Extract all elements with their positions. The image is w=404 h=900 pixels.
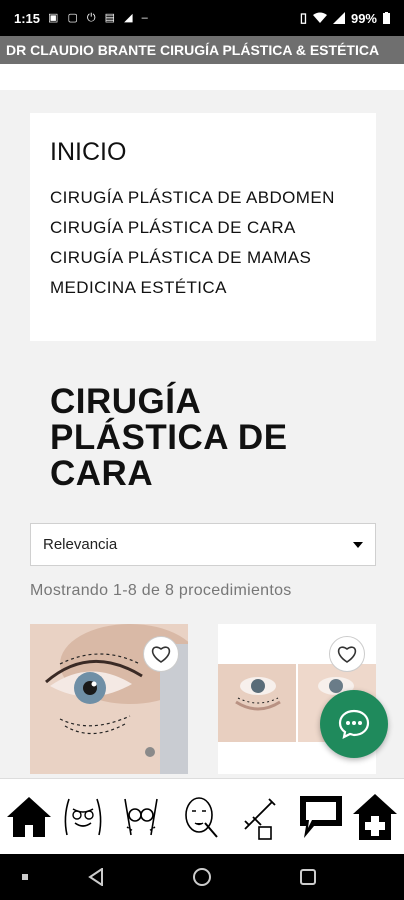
page-title: CIRUGÍA PLÁSTICA DE CARA	[50, 382, 288, 493]
chat-bubble-icon	[338, 709, 370, 739]
syringe-icon	[244, 798, 276, 840]
heart-icon	[337, 646, 357, 663]
bottom-navigation	[0, 778, 404, 854]
system-navigation-bar	[0, 854, 404, 900]
battery-icon	[383, 12, 390, 24]
status-time: 1:15	[14, 10, 41, 26]
notification-icons: ▣ ▢ ⏻ ▤ ◢ –	[48, 12, 151, 24]
vibrate-icon: ▯	[299, 10, 307, 25]
chat-icon	[300, 796, 342, 838]
sort-select[interactable]: Relevancia	[30, 523, 376, 566]
status-bar: 1:15 ▣ ▢ ⏻ ▤ ◢ – ▯ 99%	[0, 0, 404, 36]
heart-icon	[151, 646, 171, 663]
nav-clinic[interactable]	[350, 789, 400, 845]
menu-item-cara[interactable]: CIRUGÍA PLÁSTICA DE CARA	[50, 218, 296, 238]
nav-home[interactable]	[4, 789, 54, 845]
face-icon	[185, 797, 218, 838]
menu-item-mamas[interactable]: CIRUGÍA PLÁSTICA DE MAMAS	[50, 248, 311, 268]
app-title-bar: DR CLAUDIO BRANTE CIRUGÍA PLÁSTICA & EST…	[0, 36, 404, 64]
home-circle-icon[interactable]	[192, 867, 212, 887]
chat-fab-button[interactable]	[320, 690, 388, 758]
nav-breast[interactable]	[116, 789, 166, 845]
nav-contact[interactable]	[296, 789, 346, 845]
header-area	[0, 64, 404, 90]
favorite-button[interactable]	[143, 636, 179, 672]
home-icon	[7, 797, 51, 837]
breast-icon	[124, 798, 158, 836]
menu-item-medicina[interactable]: MEDICINA ESTÉTICA	[50, 278, 227, 298]
nav-medicine[interactable]	[232, 789, 282, 845]
product-card[interactable]	[30, 624, 188, 774]
status-right: ▯ 99%	[300, 10, 390, 26]
abdomen-icon	[64, 798, 102, 836]
category-menu: INICIO CIRUGÍA PLÁSTICA DE ABDOMEN CIRUG…	[30, 113, 376, 341]
nav-abdomen[interactable]	[58, 789, 108, 845]
caret-down-icon	[353, 541, 363, 548]
app-title: DR CLAUDIO BRANTE CIRUGÍA PLÁSTICA & EST…	[6, 42, 380, 58]
battery-text: 99%	[350, 10, 377, 26]
recents-icon[interactable]	[300, 869, 316, 885]
results-count: Mostrando 1-8 de 8 procedimientos	[30, 582, 292, 599]
back-icon[interactable]	[88, 868, 104, 886]
favorite-button[interactable]	[329, 636, 365, 672]
wifi-icon	[312, 12, 327, 23]
sort-selected-value: Relevancia	[43, 536, 118, 553]
clinic-icon	[353, 794, 397, 840]
menu-item-abdomen[interactable]: CIRUGÍA PLÁSTICA DE ABDOMEN	[50, 188, 335, 208]
nav-face[interactable]	[174, 789, 224, 845]
keyboard-dot-icon	[22, 874, 28, 880]
menu-home-link[interactable]: INICIO	[50, 138, 126, 167]
signal-icon	[332, 12, 345, 24]
